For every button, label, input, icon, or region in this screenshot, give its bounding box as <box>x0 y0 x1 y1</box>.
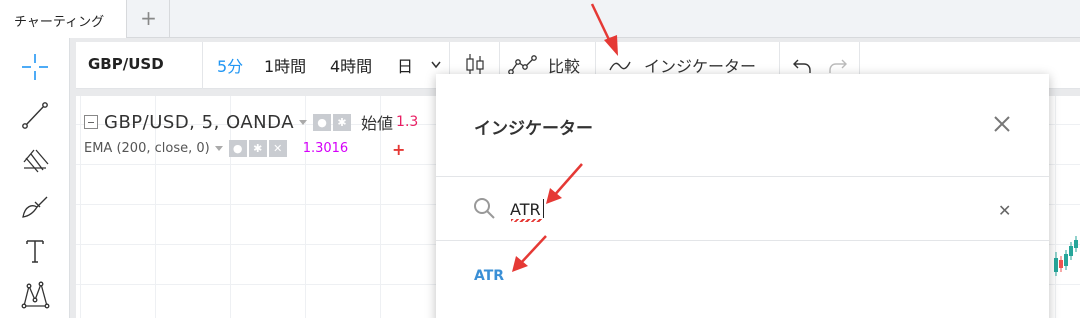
pattern-icon <box>21 281 50 309</box>
dialog-divider <box>436 176 1049 177</box>
eye-icon[interactable]: ● <box>228 140 247 157</box>
dialog-divider <box>436 240 1049 241</box>
spellcheck-underline <box>511 219 542 222</box>
add-tab-button[interactable]: + <box>128 0 170 38</box>
main-series-legend: GBP/USD, 5, OANDA ● ✱ 始値 1.3 <box>84 110 418 134</box>
dialog-title: インジケーター <box>474 119 593 139</box>
timeframe-1h[interactable]: 1時間 <box>264 53 306 77</box>
chevron-down-icon[interactable] <box>299 119 308 125</box>
price-candles <box>1054 236 1078 276</box>
ema-title[interactable]: EMA (200, close, 0) <box>84 141 210 156</box>
toolbar-divider <box>202 42 203 89</box>
open-value: 1.3 <box>396 114 419 130</box>
trendline-tool[interactable] <box>18 98 52 132</box>
search-icon <box>474 198 495 219</box>
clear-search-button[interactable]: ✕ <box>998 201 1011 220</box>
ema-legend: EMA (200, close, 0) ● ✱ ✕ 1.3016 <box>84 140 348 157</box>
text-icon <box>26 240 44 263</box>
timeframe-1d[interactable]: 日 <box>397 53 413 77</box>
gear-icon[interactable]: ✱ <box>333 113 352 131</box>
drawing-toolbar <box>0 38 70 318</box>
tab-charting[interactable]: チャーティング <box>0 0 127 38</box>
redo-icon[interactable] <box>828 57 848 75</box>
close-icon[interactable]: ✕ <box>268 140 287 157</box>
app-root: チャーティング + GBP/USD 5分 1時間 4時間 日 比較 インジケータ… <box>0 0 1080 318</box>
timeframe-5m[interactable]: 5分 <box>217 53 243 77</box>
eye-icon[interactable]: ● <box>313 113 332 131</box>
chevron-down-icon[interactable] <box>430 60 442 70</box>
pattern-tool[interactable] <box>18 278 52 312</box>
indicator-search-input[interactable] <box>510 196 970 222</box>
indicators-dialog: インジケーター ✕ ATR <box>436 74 1049 318</box>
timeframe-4h[interactable]: 4時間 <box>330 53 372 77</box>
pitchfork-icon <box>23 149 49 173</box>
brush-icon <box>22 196 48 218</box>
collapse-legend-button[interactable] <box>84 115 98 129</box>
crosshair-cursor-icon: + <box>392 140 406 159</box>
brush-tool[interactable] <box>18 190 52 224</box>
indicator-result-item[interactable]: ATR <box>474 268 504 284</box>
symbol-search[interactable]: GBP/USD <box>88 55 164 73</box>
crosshair-icon <box>22 54 48 80</box>
series-title[interactable]: GBP/USD, 5, OANDA <box>104 112 294 133</box>
pitchfork-tool[interactable] <box>18 144 52 178</box>
undo-icon[interactable] <box>792 57 812 75</box>
open-label: 始値 <box>361 114 394 133</box>
tab-bar: チャーティング + <box>0 0 1080 38</box>
chevron-down-icon[interactable] <box>214 146 223 151</box>
crosshair-tool[interactable] <box>18 50 52 84</box>
ema-value: 1.3016 <box>302 141 349 156</box>
indicator-icon[interactable] <box>609 60 631 72</box>
gear-icon[interactable]: ✱ <box>248 140 267 157</box>
text-cursor <box>543 199 544 218</box>
text-tool[interactable] <box>18 234 52 268</box>
close-icon[interactable] <box>990 112 1014 136</box>
trendline-icon <box>22 102 48 129</box>
